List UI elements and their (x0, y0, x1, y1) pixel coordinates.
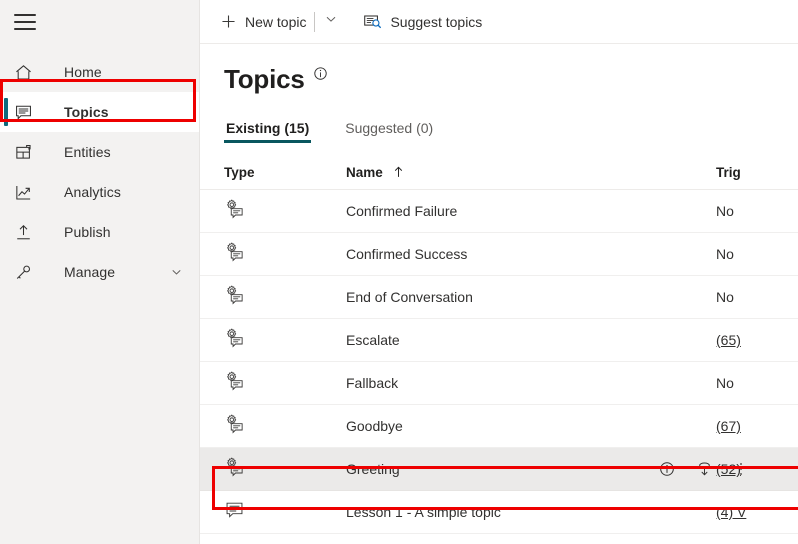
trigger-link[interactable]: (65) (716, 332, 741, 348)
cell-trigger: No (716, 375, 798, 391)
sidebar-item-analytics[interactable]: Analytics (0, 172, 199, 212)
cell-name: Lesson 1 - A simple topic (346, 504, 716, 520)
cell-name: Goodbye (346, 418, 716, 434)
chevron-down-icon[interactable] (170, 266, 183, 279)
system-topic-icon (224, 284, 245, 310)
cell-type (224, 499, 346, 525)
sidebar-item-label: Entities (64, 144, 111, 160)
custom-topic-icon (224, 499, 245, 525)
table-row[interactable]: Goodbye (67) (200, 405, 798, 448)
cell-trigger: No (716, 246, 798, 262)
cell-type (224, 456, 346, 482)
tab-existing[interactable]: Existing (15) (224, 120, 311, 143)
pivot-tabs: Existing (15) Suggested (0) (200, 113, 798, 143)
cell-type (224, 198, 346, 224)
table-header-row: Type Name Trig (200, 156, 798, 190)
cell-type (224, 327, 346, 353)
column-header-trigger[interactable]: Trig (716, 165, 798, 180)
table-row[interactable]: Lesson 1 - A simple topic (4) V (200, 491, 798, 534)
cell-type (224, 413, 346, 439)
table-row[interactable]: Fallback No (200, 362, 798, 405)
cell-type (224, 370, 346, 396)
system-topic-icon (224, 456, 245, 482)
new-topic-dropdown-button[interactable] (317, 6, 345, 38)
new-topic-button[interactable]: New topic (214, 6, 312, 38)
sidebar-item-topics[interactable]: Topics (0, 92, 199, 132)
sidebar-item-label: Publish (64, 224, 111, 240)
info-icon[interactable] (313, 66, 328, 81)
table-row[interactable]: Escalate (65) (200, 319, 798, 362)
trigger-link[interactable]: (67) (716, 418, 741, 434)
topics-table: Type Name Trig (200, 156, 798, 534)
system-topic-icon (224, 241, 245, 267)
column-header-name[interactable]: Name (346, 165, 716, 181)
column-header-type[interactable]: Type (224, 165, 346, 180)
system-topic-icon (224, 198, 245, 224)
cell-trigger: No (716, 289, 798, 305)
cell-name: End of Conversation (346, 289, 716, 305)
chevron-down-icon (324, 12, 338, 31)
more-icon (740, 463, 742, 475)
entities-icon (14, 141, 40, 163)
sidebar-item-home[interactable]: Home (0, 52, 199, 92)
sidebar-item-label: Home (64, 64, 102, 80)
row-publish-button[interactable] (694, 459, 714, 479)
publish-icon (14, 221, 40, 243)
sidebar-item-entities[interactable]: Entities (0, 132, 199, 172)
suggest-topics-label: Suggest topics (390, 14, 482, 30)
cell-type (224, 241, 346, 267)
cell-type (224, 284, 346, 310)
sidebar-header (0, 0, 199, 44)
tab-label: Suggested (0) (345, 120, 433, 136)
analytics-icon (14, 181, 40, 203)
system-topic-icon (224, 370, 245, 396)
cell-trigger: (65) (716, 332, 798, 348)
trigger-link[interactable]: (4) V (716, 504, 746, 520)
cell-trigger: No (716, 203, 798, 219)
cell-name: Confirmed Success (346, 246, 716, 262)
cell-trigger: (67) (716, 418, 798, 434)
sidebar: Home Topics (0, 0, 200, 544)
sidebar-item-label: Manage (64, 264, 115, 280)
sidebar-item-label: Topics (64, 104, 109, 120)
tab-suggested[interactable]: Suggested (0) (343, 120, 435, 143)
cell-name: Fallback (346, 375, 716, 391)
new-topic-label: New topic (245, 14, 306, 30)
row-action-group (657, 459, 751, 479)
sidebar-item-label: Analytics (64, 184, 121, 200)
tab-label: Existing (15) (226, 120, 309, 136)
suggest-topics-icon (363, 12, 382, 31)
sort-ascending-arrow-icon (393, 166, 404, 181)
sidebar-item-publish[interactable]: Publish (0, 212, 199, 252)
home-icon (14, 61, 40, 83)
hamburger-menu-icon[interactable] (14, 14, 36, 30)
system-topic-icon (224, 413, 245, 439)
manage-icon (14, 261, 40, 283)
table-row[interactable]: End of Conversation No (200, 276, 798, 319)
app-root: Home Topics (0, 0, 798, 544)
command-bar: New topic (200, 0, 798, 44)
cell-name: Confirmed Failure (346, 203, 716, 219)
plus-icon (220, 13, 237, 30)
row-more-options-button[interactable] (731, 459, 751, 479)
page-header: Topics (200, 44, 798, 94)
main-content: New topic (200, 0, 798, 544)
suggest-topics-button[interactable]: Suggest topics (357, 6, 488, 38)
topics-icon (14, 101, 40, 123)
cell-trigger: (4) V (716, 504, 798, 520)
table-row-greeting[interactable]: Greeting (200, 448, 798, 491)
sidebar-item-manage[interactable]: Manage (0, 252, 199, 292)
column-header-name-label: Name (346, 165, 383, 180)
system-topic-icon (224, 327, 245, 353)
command-bar-divider (314, 12, 315, 32)
table-row[interactable]: Confirmed Failure No (200, 190, 798, 233)
cell-name: Escalate (346, 332, 716, 348)
row-info-button[interactable] (657, 459, 677, 479)
table-row[interactable]: Confirmed Success No (200, 233, 798, 276)
page-title: Topics (224, 64, 305, 94)
sidebar-nav-list: Home Topics (0, 52, 199, 292)
